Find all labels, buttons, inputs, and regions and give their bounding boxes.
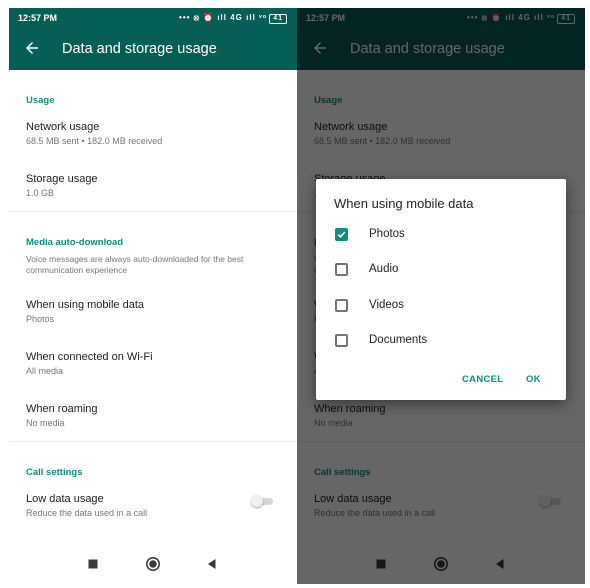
checkbox[interactable] — [335, 228, 348, 241]
section-header-call: Call settings — [26, 467, 83, 478]
divider — [9, 441, 297, 442]
item-subtitle: 1.0 GB — [26, 188, 55, 198]
divider — [9, 211, 297, 212]
check-icon — [337, 231, 346, 238]
voice-messages-note: Voice messages are always auto-downloade… — [26, 254, 244, 275]
page-title: Data and storage usage — [62, 41, 217, 57]
storage-usage-item[interactable]: Storage usage 1.0 GB — [9, 173, 297, 203]
dialog-title: When using mobile data — [334, 196, 474, 211]
network-usage-item[interactable]: Network usage 68.5 MB sent • 182.0 MB re… — [9, 121, 297, 151]
low-data-usage-item[interactable]: Low data usage Reduce the data used in a… — [9, 493, 297, 523]
checkbox[interactable] — [335, 299, 348, 312]
section-header-media: Media auto-download — [26, 237, 124, 248]
settings-list: Usage Network usage 68.5 MB sent • 182.0… — [9, 70, 297, 544]
item-title: Low data usage — [26, 493, 104, 505]
navigation-bar — [9, 544, 297, 584]
arrow-back-icon[interactable] — [23, 39, 41, 57]
option-photos[interactable]: Photos — [316, 222, 566, 248]
option-label: Photos — [369, 228, 405, 240]
section-header-usage: Usage — [26, 95, 55, 106]
status-bar: 12:57 PM ••• ⦻ ⏰ ıll 4G ıll ᵛᵒ41 — [9, 8, 297, 28]
app-bar: Data and storage usage — [9, 28, 297, 70]
back-triangle-icon[interactable] — [204, 556, 220, 572]
option-audio[interactable]: Audio — [316, 257, 566, 283]
battery-icon: 41 — [269, 14, 287, 24]
option-videos[interactable]: Videos — [316, 293, 566, 319]
checkbox[interactable] — [335, 263, 348, 276]
item-title: When using mobile data — [26, 299, 145, 311]
item-subtitle: 68.5 MB sent • 182.0 MB received — [26, 136, 163, 146]
home-icon[interactable] — [145, 556, 161, 572]
settings-screen: 12:57 PM ••• ⦻ ⏰ ıll 4G ıll ᵛᵒ 41 Data an… — [9, 8, 297, 584]
recents-icon[interactable] — [85, 556, 101, 572]
item-title: When roaming — [26, 403, 98, 415]
option-label: Documents — [369, 334, 428, 346]
option-documents[interactable]: Documents — [316, 328, 566, 354]
status-indicators: ••• ⦻ ⏰ ıll 4G ıll ᵛᵒ — [179, 13, 268, 22]
mobile-data-dialog: When using mobile data Photos Audio Vide… — [316, 179, 566, 400]
item-title: Network usage — [26, 121, 100, 133]
item-title: Storage usage — [26, 173, 98, 185]
item-subtitle: Photos — [26, 314, 55, 324]
item-subtitle: No media — [26, 418, 65, 428]
roaming-item[interactable]: When roaming No media — [9, 403, 297, 433]
option-label: Videos — [369, 299, 404, 311]
toggle-thumb — [251, 495, 263, 507]
status-time: 12:57 PM — [18, 13, 58, 23]
mobile-data-item[interactable]: When using mobile data Photos — [9, 299, 297, 329]
item-title: When connected on Wi-Fi — [26, 351, 153, 363]
wifi-item[interactable]: When connected on Wi-Fi All media — [9, 351, 297, 381]
status-icons: ••• ⦻ ⏰ ıll 4G ıll ᵛᵒ41 — [179, 13, 287, 24]
item-subtitle: All media — [26, 366, 64, 376]
item-subtitle: Reduce the data used in a call — [26, 508, 148, 518]
settings-screen-with-dialog: 12:57 PM ••• ⦻ ⏰ ıll 4G ıll ᵛᵒ41 Data an… — [297, 8, 585, 584]
option-label: Audio — [369, 263, 399, 275]
cancel-button[interactable]: CANCEL — [462, 374, 503, 385]
ok-button[interactable]: OK — [526, 374, 541, 385]
low-data-toggle[interactable] — [251, 495, 273, 507]
checkbox[interactable] — [335, 334, 348, 347]
